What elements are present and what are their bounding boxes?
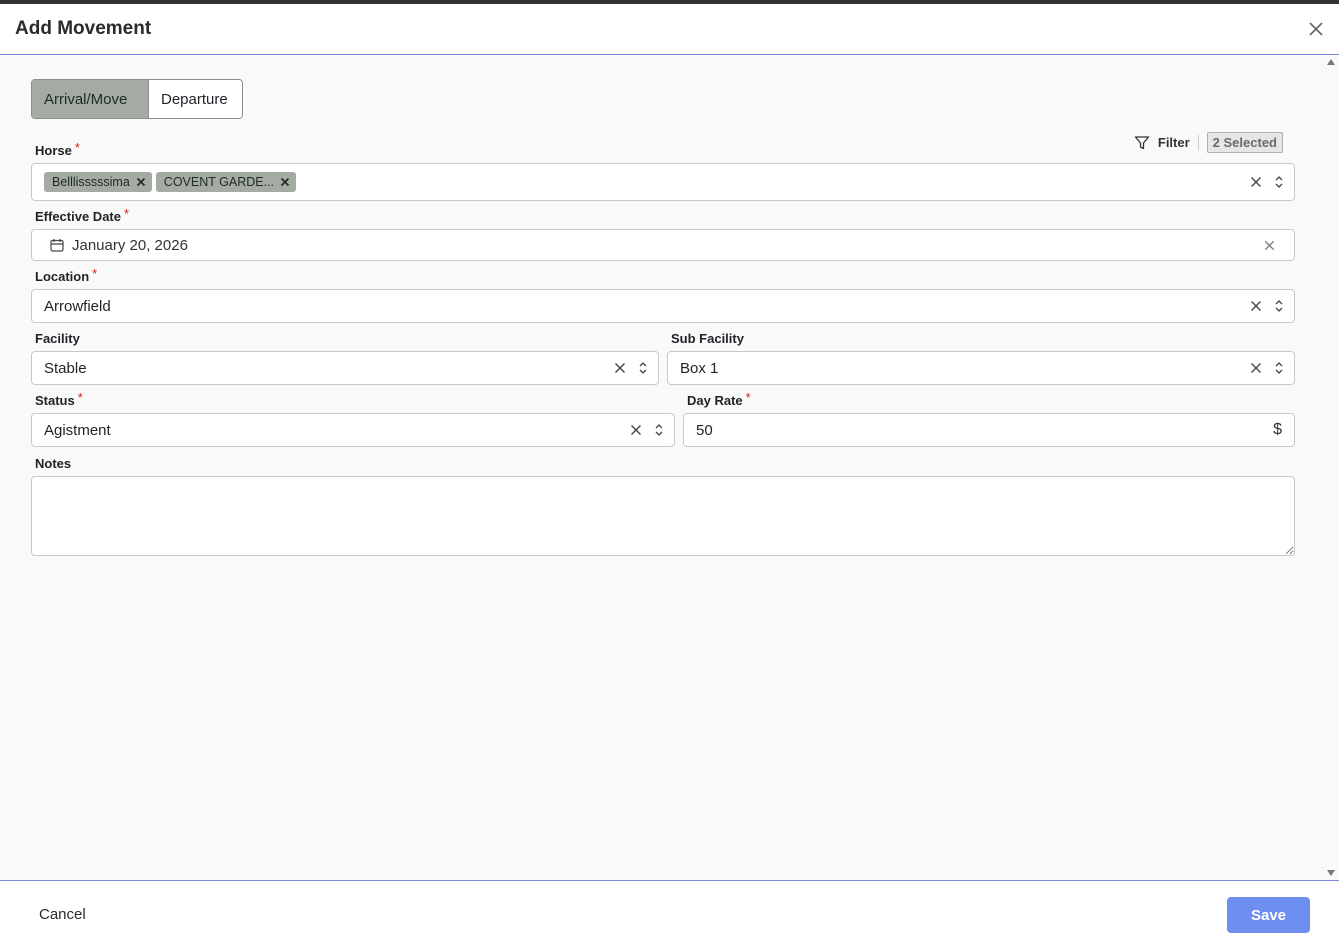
horse-multiselect[interactable]: Belllisssssima COVENT GARDE... xyxy=(31,163,1295,201)
horse-label: Horse * xyxy=(35,140,80,158)
filter-icon xyxy=(1134,135,1150,149)
up-down-icon[interactable] xyxy=(1274,361,1284,375)
chip-remove-icon[interactable] xyxy=(280,177,290,187)
day-rate-value: 50 xyxy=(696,421,713,439)
notes-label: Notes xyxy=(35,456,72,471)
clear-icon[interactable] xyxy=(1250,300,1262,312)
horse-chip: Belllisssssima xyxy=(44,172,152,192)
close-icon[interactable] xyxy=(1307,20,1325,38)
effective-date-label: Effective Date * xyxy=(35,206,130,224)
filter-divider xyxy=(1197,134,1199,151)
dialog-footer: Cancel Save xyxy=(0,880,1339,946)
dialog-header: Add Movement xyxy=(0,4,1339,55)
status-value: Agistment xyxy=(44,421,111,439)
sub-facility-label: Sub Facility xyxy=(671,331,744,346)
sub-facility-select[interactable]: Box 1 xyxy=(667,351,1295,385)
required-marker: * xyxy=(92,266,98,281)
up-down-icon[interactable] xyxy=(1274,299,1284,313)
tab-arrival-move[interactable]: Arrival/Move xyxy=(32,80,149,118)
clear-icon[interactable] xyxy=(1250,362,1262,374)
horse-chip-label: Belllisssssima xyxy=(52,175,130,189)
effective-date-value: January 20, 2026 xyxy=(72,236,188,254)
facility-value: Stable xyxy=(44,359,87,377)
scroll-down-arrow-icon[interactable] xyxy=(1327,870,1335,876)
currency-symbol: $ xyxy=(1273,421,1282,438)
clear-icon[interactable] xyxy=(1250,176,1262,188)
chip-remove-icon[interactable] xyxy=(136,177,146,187)
up-down-icon[interactable] xyxy=(654,423,664,437)
day-rate-label: Day Rate * xyxy=(687,390,751,408)
selected-count-badge[interactable]: 2 Selected xyxy=(1206,132,1283,153)
cancel-button[interactable]: Cancel xyxy=(39,906,86,923)
filter-label: Filter xyxy=(1157,135,1190,150)
movement-type-toggle: Arrival/Move Departure xyxy=(31,79,243,119)
effective-date-picker[interactable]: January 20, 2026 xyxy=(31,229,1295,261)
location-value: Arrowfield xyxy=(44,297,111,315)
status-select[interactable]: Agistment xyxy=(31,413,675,447)
status-label: Status * xyxy=(35,390,83,408)
day-rate-input[interactable]: 50 $ xyxy=(683,413,1295,447)
horse-chip: COVENT GARDE... xyxy=(155,172,297,192)
tab-departure[interactable]: Departure xyxy=(149,80,242,118)
horse-chip-label: COVENT GARDE... xyxy=(163,175,275,189)
dialog-body: Arrival/Move Departure Horse * Filter 2 S… xyxy=(0,56,1339,880)
clear-icon[interactable] xyxy=(614,362,626,374)
calendar-icon xyxy=(50,239,64,252)
notes-textarea[interactable] xyxy=(31,476,1295,556)
dialog-title: Add Movement xyxy=(15,18,152,39)
clear-icon[interactable] xyxy=(1264,240,1275,251)
up-down-icon[interactable] xyxy=(1274,175,1284,189)
facility-label: Facility xyxy=(35,331,80,346)
location-label: Location * xyxy=(35,266,98,284)
sub-facility-value: Box 1 xyxy=(680,359,719,377)
save-button[interactable]: Save xyxy=(1227,897,1310,933)
required-marker: * xyxy=(745,390,751,405)
required-marker: * xyxy=(74,140,80,155)
scroll-up-arrow-icon[interactable] xyxy=(1327,59,1335,65)
clear-icon[interactable] xyxy=(630,424,642,436)
facility-select[interactable]: Stable xyxy=(31,351,659,385)
required-marker: * xyxy=(77,390,83,405)
filter-button[interactable]: Filter xyxy=(1134,135,1190,151)
location-select[interactable]: Arrowfield xyxy=(31,289,1295,323)
horse-filter-bar: Filter 2 Selected xyxy=(1134,132,1283,153)
required-marker: * xyxy=(123,206,130,221)
up-down-icon[interactable] xyxy=(638,361,648,375)
